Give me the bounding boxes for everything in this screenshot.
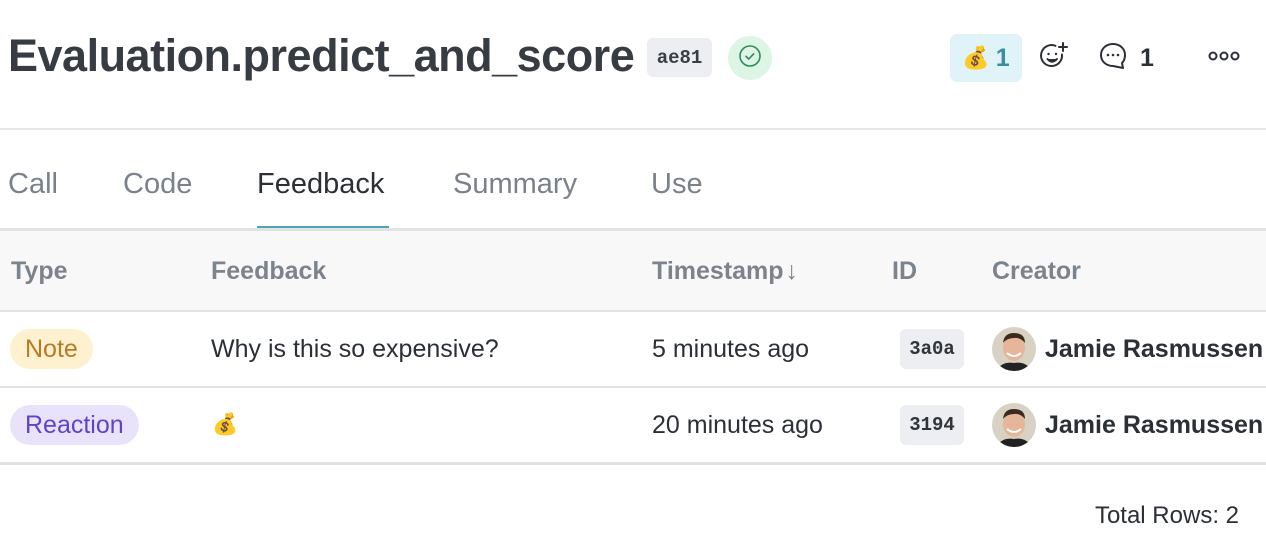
sort-descending-icon: ↓ (785, 257, 799, 285)
money-bag-icon: 💰 (962, 45, 990, 70)
tab-summary[interactable]: Summary (453, 168, 577, 201)
reaction-count: 1 (995, 43, 1010, 72)
column-header-timestamp[interactable]: Timestamp ↓ (652, 257, 798, 286)
total-rows: Total Rows: 2 (1094, 502, 1239, 529)
version-id-badge[interactable]: ae81 (647, 38, 712, 77)
feedback-id-chip[interactable]: 3a0a (900, 329, 964, 369)
tab-call[interactable]: Call (8, 168, 58, 201)
column-header-creator[interactable]: Creator (992, 257, 1081, 286)
table-header: Type Feedback Timestamp ↓ ID Creator (0, 231, 1266, 312)
avatar (992, 403, 1036, 447)
creator-name: Jamie Rasmussen (1045, 410, 1264, 439)
reaction-money-bag-button[interactable]: 💰 1 (950, 34, 1022, 82)
tab-bar: Call Code Feedback Summary Use (0, 160, 1266, 230)
tab-feedback[interactable]: Feedback (257, 168, 384, 201)
check-circle-icon (738, 44, 762, 73)
type-badge-reaction: Reaction (10, 405, 139, 445)
add-reaction-button[interactable] (1036, 40, 1072, 76)
column-header-feedback[interactable]: Feedback (211, 257, 326, 286)
status-badge (728, 36, 772, 80)
creator: Jamie Rasmussen (992, 312, 1263, 386)
feedback-text: Why is this so expensive? (211, 334, 499, 363)
call-header: Evaluation.predict_and_score ae81 💰 1 1 (0, 0, 1266, 130)
table-row[interactable]: Reaction 💰 20 minutes ago 3194 Jamie Ras… (0, 388, 1266, 465)
creator: Jamie Rasmussen (992, 388, 1263, 462)
more-horizontal-icon (1208, 49, 1240, 67)
page-title: Evaluation.predict_and_score (8, 30, 635, 81)
type-badge-note: Note (10, 329, 93, 369)
creator-name: Jamie Rasmussen (1045, 334, 1264, 363)
timestamp: 20 minutes ago (652, 410, 823, 439)
column-header-id[interactable]: ID (892, 257, 917, 286)
money-bag-icon: 💰 (212, 413, 239, 436)
comment-icon (1098, 41, 1128, 76)
column-header-type[interactable]: Type (11, 257, 68, 286)
feedback-id-chip[interactable]: 3194 (900, 405, 964, 445)
avatar (992, 327, 1036, 371)
comment-count: 1 (1140, 43, 1154, 72)
add-emoji-icon (1038, 40, 1070, 77)
comments-button[interactable]: 1 (1098, 40, 1154, 76)
tab-use[interactable]: Use (651, 168, 703, 201)
more-options-button[interactable] (1206, 42, 1242, 74)
timestamp: 5 minutes ago (652, 334, 810, 363)
table-row[interactable]: Note Why is this so expensive? 5 minutes… (0, 312, 1266, 388)
tab-code[interactable]: Code (123, 168, 192, 201)
